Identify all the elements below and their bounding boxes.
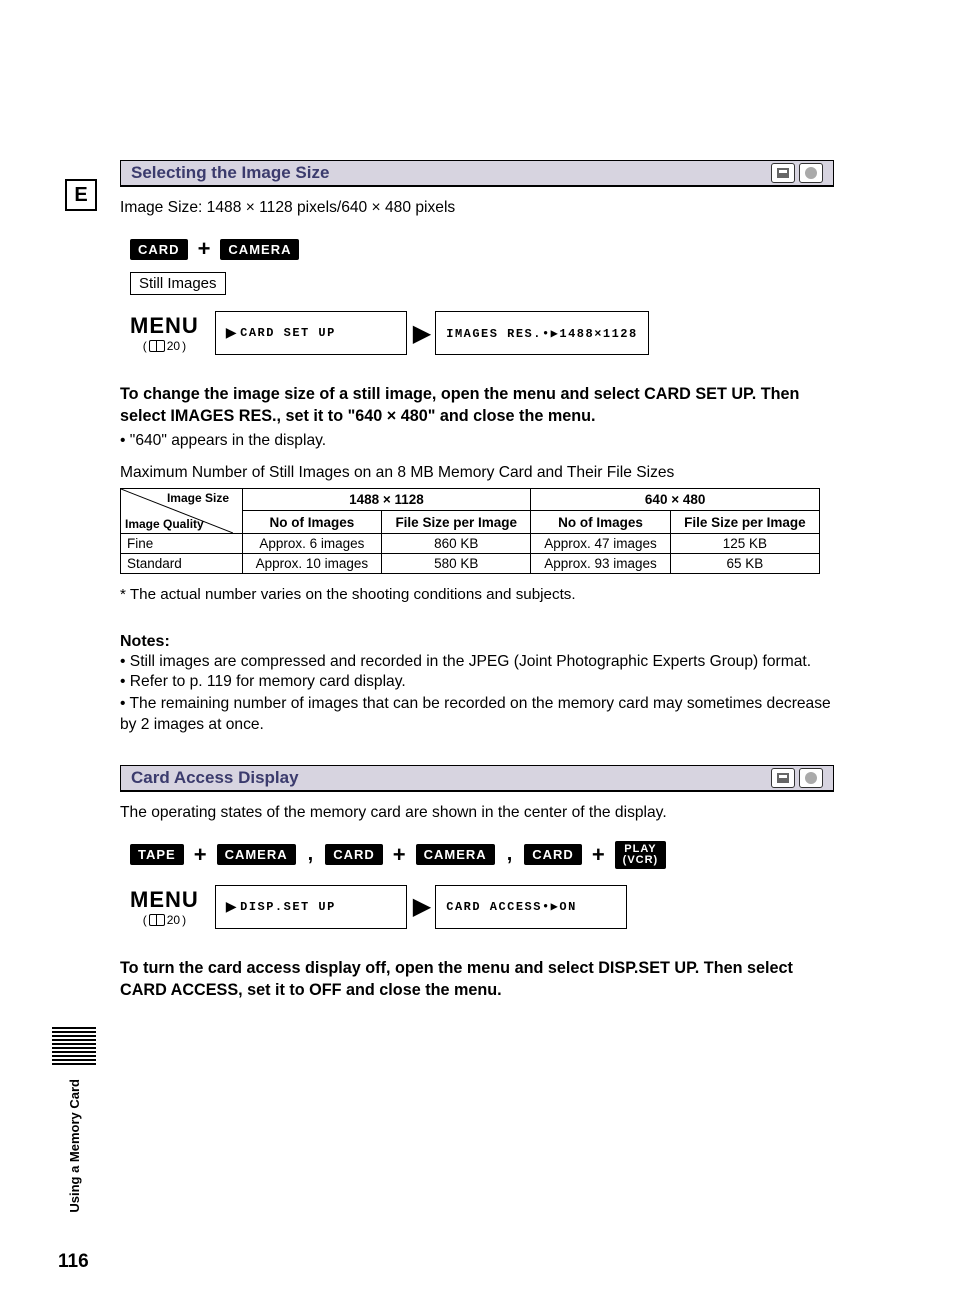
arrow-icon: ▶ bbox=[226, 322, 240, 344]
comma: , bbox=[505, 843, 515, 866]
chevron-right-icon: ▶ bbox=[413, 892, 431, 921]
card-tag: CARD bbox=[524, 844, 582, 865]
section-title: Selecting the Image Size bbox=[131, 163, 329, 183]
camera-tag: CAMERA bbox=[416, 844, 495, 865]
still-images-box: Still Images bbox=[130, 272, 226, 295]
section-icons bbox=[771, 768, 823, 788]
sidebar-label: Using a Memory Card bbox=[67, 1079, 82, 1213]
image-size-text: Image Size: 1488 × 1128 pixels/640 × 480… bbox=[120, 197, 834, 218]
book-icon bbox=[149, 914, 165, 926]
menu-step-1: ▶ DISP.SET UP bbox=[215, 885, 407, 929]
section-header-card-access: Card Access Display bbox=[120, 765, 834, 792]
table-caption: Maximum Number of Still Images on an 8 M… bbox=[120, 464, 834, 482]
col-1488: 1488 × 1128 bbox=[242, 488, 531, 511]
sub-no-images-2: No of Images bbox=[531, 511, 670, 534]
menu-label: MENU bbox=[130, 887, 199, 913]
sub-file-size-1: File Size per Image bbox=[382, 511, 531, 534]
menu-path-1: MENU ( 20) ▶ CARD SET UP ▶ IMAGES RES.•▶… bbox=[130, 311, 834, 355]
instruction-text-2: To turn the card access display off, ope… bbox=[120, 957, 834, 1002]
camera-tag: CAMERA bbox=[217, 844, 296, 865]
plus-icon: + bbox=[592, 842, 605, 868]
tape-tag: TAPE bbox=[130, 844, 184, 865]
table-row: Standard Approx. 10 images 580 KB Approx… bbox=[121, 553, 820, 573]
plus-icon: + bbox=[393, 842, 406, 868]
comma: , bbox=[306, 843, 316, 866]
book-icon bbox=[149, 340, 165, 352]
section-header-image-size: Selecting the Image Size bbox=[120, 160, 834, 187]
menu-page-ref: ( 20) bbox=[143, 913, 186, 927]
mode-tags: CARD + CAMERA bbox=[130, 236, 834, 262]
card-icon bbox=[771, 768, 795, 788]
notes-heading: Notes: bbox=[120, 633, 834, 651]
bullet-640: • "640" appears in the display. bbox=[120, 432, 834, 450]
plus-icon: + bbox=[194, 842, 207, 868]
image-size-table: Image Size Image Quality 1488 × 1128 640… bbox=[120, 488, 820, 574]
chevron-right-icon: ▶ bbox=[413, 319, 431, 348]
card-tag: CARD bbox=[130, 239, 188, 260]
sub-no-images-1: No of Images bbox=[242, 511, 381, 534]
menu-page-ref: ( 20) bbox=[143, 339, 186, 353]
asterisk-note: * The actual number varies on the shooti… bbox=[120, 586, 834, 603]
menu-step-2: CARD ACCESS•▶ON bbox=[435, 885, 627, 929]
disc-icon bbox=[799, 163, 823, 183]
play-vcr-tag: PLAY (VCR) bbox=[615, 841, 667, 869]
table-corner-cell: Image Size Image Quality bbox=[121, 489, 233, 533]
instruction-text: To change the image size of a still imag… bbox=[120, 383, 834, 428]
mode-tags-2: TAPE + CAMERA , CARD + CAMERA , CARD + P… bbox=[130, 841, 834, 869]
section-title: Card Access Display bbox=[131, 768, 299, 788]
sub-file-size-2: File Size per Image bbox=[670, 511, 819, 534]
language-badge: E bbox=[65, 179, 97, 211]
menu-path-2: MENU ( 20) ▶ DISP.SET UP ▶ CARD ACCESS•▶… bbox=[130, 885, 834, 929]
card-tag: CARD bbox=[325, 844, 383, 865]
arrow-icon: ▶ bbox=[226, 896, 240, 918]
camera-tag: CAMERA bbox=[220, 239, 299, 260]
note-item: • The remaining number of images that ca… bbox=[120, 693, 834, 735]
sidebar: Using a Memory Card bbox=[52, 1027, 96, 1213]
menu-step-2: IMAGES RES.•▶1488×1128 bbox=[435, 311, 648, 355]
card-access-intro: The operating states of the memory card … bbox=[120, 802, 834, 823]
section-icons bbox=[771, 163, 823, 183]
disc-icon bbox=[799, 768, 823, 788]
card-icon bbox=[771, 163, 795, 183]
table-row: Fine Approx. 6 images 860 KB Approx. 47 … bbox=[121, 533, 820, 553]
col-640: 640 × 480 bbox=[531, 488, 820, 511]
menu-label: MENU bbox=[130, 313, 199, 339]
note-item: • Still images are compressed and record… bbox=[120, 653, 834, 671]
note-item: • Refer to p. 119 for memory card displa… bbox=[120, 673, 834, 691]
sidebar-lines-icon bbox=[52, 1027, 96, 1065]
menu-step-1: ▶ CARD SET UP bbox=[215, 311, 407, 355]
page-number: 116 bbox=[58, 1251, 89, 1273]
plus-icon: + bbox=[198, 236, 211, 262]
